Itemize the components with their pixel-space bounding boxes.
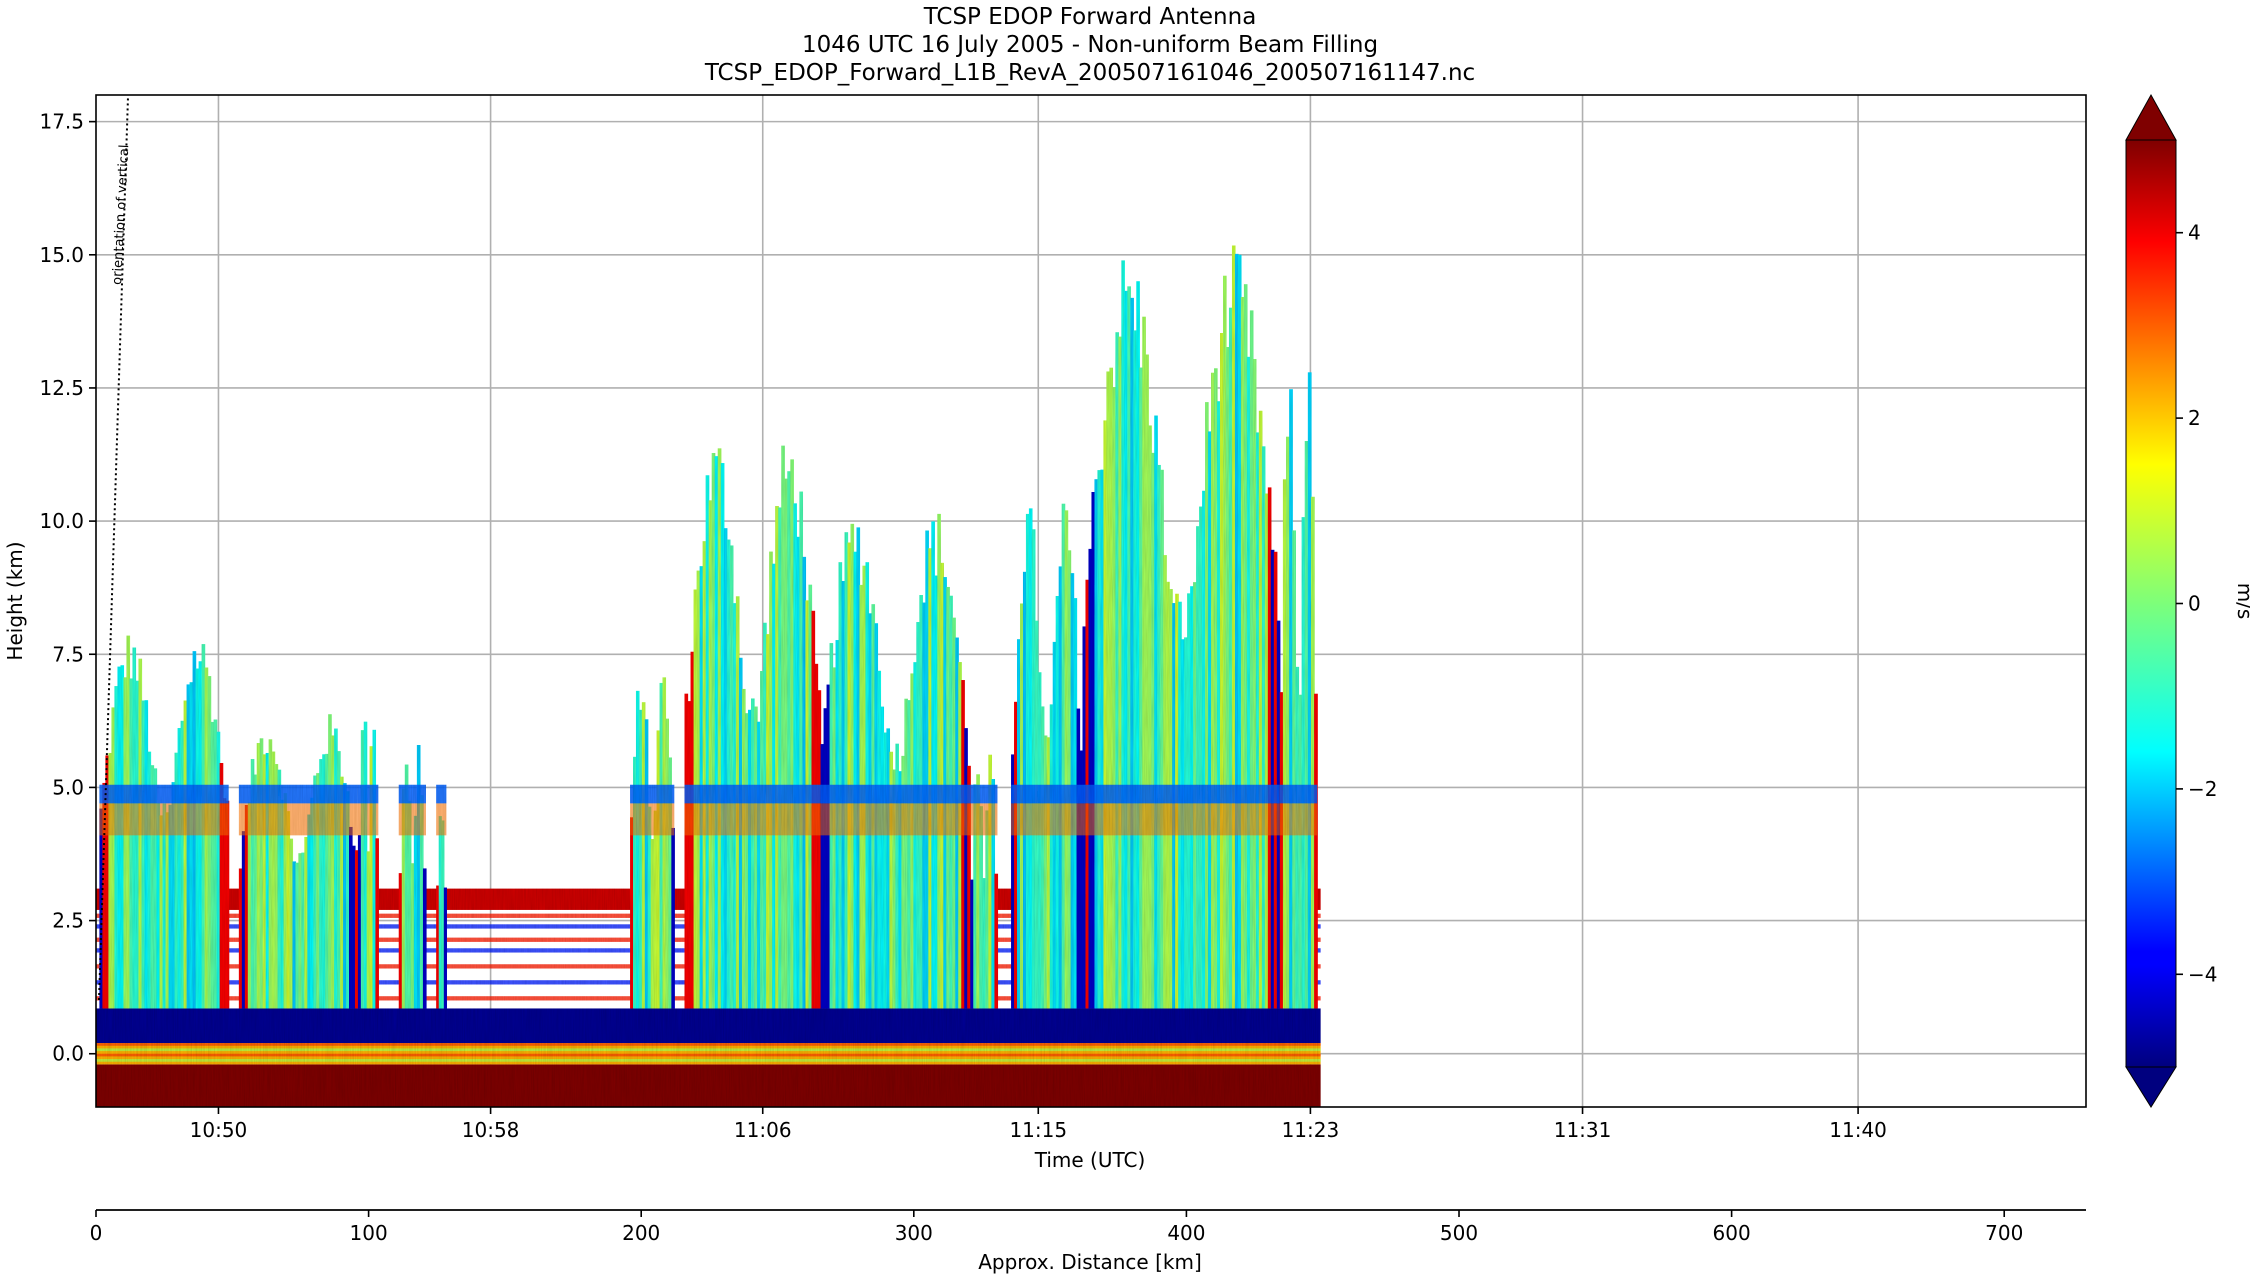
echo-bright-band (398, 784, 426, 804)
colorbar-tick-label: −2 (2188, 777, 2217, 801)
distance-tick-label: 200 (622, 1221, 660, 1245)
distance-axis-label: Approx. Distance [km] (978, 1250, 1202, 1274)
echo-column (436, 784, 447, 1009)
echo-strip (422, 868, 427, 1009)
echo-warm-band (1082, 803, 1280, 836)
echo-bright-band (1082, 784, 1280, 804)
distance-tick-label: 300 (895, 1221, 933, 1245)
layer-surface (96, 1064, 1321, 1107)
near-surface-stripe (96, 1043, 1321, 1046)
echo-column (970, 754, 999, 1009)
echo-bright-band (99, 784, 229, 804)
echo-strip (671, 827, 675, 1009)
distance-tick-label: 100 (350, 1221, 388, 1245)
near-surface-stripe (96, 1048, 1321, 1052)
echo-warm-band (238, 803, 358, 836)
chart-title-line-1: TCSP EDOP Forward Antenna (923, 4, 1257, 30)
distance-tick-label: 400 (1167, 1221, 1205, 1245)
distance-tick-label: 600 (1713, 1221, 1751, 1245)
echo-warm-band (1011, 803, 1083, 836)
echo-bright-band (630, 784, 675, 804)
colorbar: 4 2 0 −2 −4 (2125, 93, 2217, 1108)
y-tick-label: 15.0 (39, 243, 84, 267)
chart-title-line-2: 1046 UTC 16 July 2005 - Non-uniform Beam… (802, 32, 1378, 58)
colorbar-extend-min (2125, 1066, 2177, 1108)
plot-area: orientation of vertical (95, 94, 2087, 1108)
distance-tick-label: 500 (1440, 1221, 1478, 1245)
echo-bright-band (970, 784, 998, 804)
y-axis-label: Height (km) (3, 541, 27, 660)
x-axis-ticks: 10:50 10:58 11:06 11:15 11:23 11:31 11:40 (190, 1107, 1887, 1142)
x-tick-label: 10:58 (462, 1118, 520, 1142)
colorbar-tick-label: −4 (2188, 962, 2217, 986)
x-tick-label: 10:50 (190, 1118, 248, 1142)
echo-warm-band (357, 803, 379, 836)
echo-bright-band (1279, 784, 1318, 804)
x-tick-label: 11:31 (1554, 1118, 1612, 1142)
echo-warm-band (398, 803, 426, 836)
x-tick-label: 11:06 (734, 1118, 792, 1142)
near-surface-stripe (96, 1059, 1321, 1062)
echo-strip (443, 887, 447, 1009)
colorbar-ticks: 4 2 0 −2 −4 (2176, 221, 2217, 986)
echo-warm-band (436, 803, 447, 836)
x-tick-label: 11:40 (1829, 1118, 1887, 1142)
echo-warm-band (820, 803, 971, 836)
distance-tick-label: 700 (1985, 1221, 2023, 1245)
y-tick-label: 2.5 (52, 909, 84, 933)
echo-strip (1314, 693, 1318, 1009)
chart-title-line-3: TCSP_EDOP_Forward_L1B_RevA_200507161046_… (704, 60, 1475, 86)
x-tick-label: 11:15 (1009, 1118, 1067, 1142)
y-tick-label: 17.5 (39, 110, 84, 134)
y-axis-ticks: 0.0 2.5 5.0 7.5 10.0 12.5 15.0 17.5 (39, 110, 96, 1066)
colorbar-extend-max (2125, 93, 2177, 141)
edop-chart: TCSP EDOP Forward Antenna 1046 UTC 16 Ju… (3, 4, 2250, 1274)
x-tick-label: 11:23 (1282, 1118, 1340, 1142)
colorbar-tick-label: 4 (2188, 221, 2201, 245)
distance-axis: 0 100 200 300 400 500 600 700 (90, 1209, 2086, 1245)
echo-strip (994, 873, 999, 1009)
echo-warm-band (1279, 803, 1318, 836)
y-tick-label: 5.0 (52, 775, 84, 799)
echo-warm-band (99, 803, 229, 836)
y-tick-label: 0.0 (52, 1042, 84, 1066)
colorbar-tick-label: 2 (2188, 406, 2201, 430)
colorbar-body (2125, 139, 2177, 1068)
y-tick-label: 12.5 (39, 376, 84, 400)
echo-warm-band (684, 803, 821, 836)
y-tick-label: 10.0 (39, 509, 84, 533)
echo-strip (375, 838, 379, 1009)
echo-bright-band (1011, 784, 1083, 804)
layer-sidelobe (96, 1008, 1321, 1044)
echo-bright-band (684, 784, 821, 804)
x-axis-label: Time (UTC) (1034, 1148, 1146, 1172)
y-tick-label: 7.5 (52, 642, 84, 666)
colorbar-label: m/s (2233, 583, 2250, 620)
echo-bright-band (820, 784, 971, 804)
echo-bright-band (436, 784, 447, 804)
echo-bright-band (357, 784, 379, 804)
colorbar-tick-label: 0 (2188, 592, 2201, 616)
near-surface-stripe (96, 1053, 1321, 1057)
echo-bright-band (238, 784, 358, 804)
echo-warm-band (970, 803, 998, 836)
echo-warm-band (630, 803, 675, 836)
distance-tick-label: 0 (90, 1221, 103, 1245)
